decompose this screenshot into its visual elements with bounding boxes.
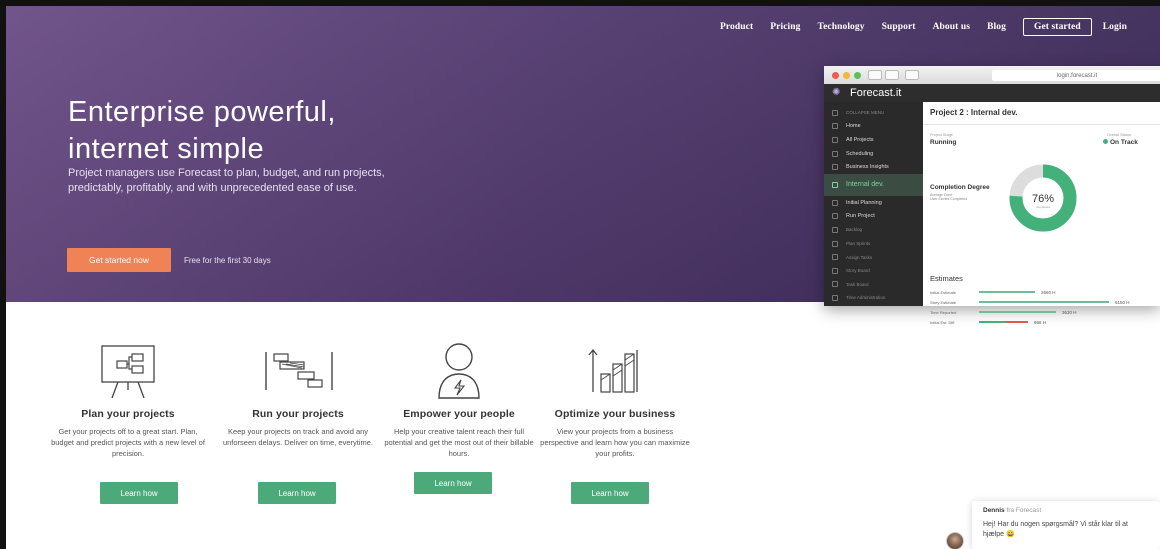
chat-avatar[interactable] (946, 532, 964, 549)
sidebar-item-run-project: Run Project (824, 210, 923, 224)
page: Product Pricing Technology Support About… (6, 6, 1160, 549)
chat-message: Hej! Har du nogen spørgsmål? Vi står kla… (983, 521, 1128, 538)
nav-about-us[interactable]: About us (933, 22, 971, 32)
estimate-bar (979, 301, 1109, 303)
estimate-value: 3630 H (1062, 309, 1077, 315)
feature-optimize-title: Optimize your business (554, 408, 676, 420)
estimate-bar (979, 321, 1028, 323)
learn-how-empower-button[interactable]: Learn how (414, 472, 492, 494)
nav-product[interactable]: Product (720, 22, 753, 32)
browser-bar: login.forecast.it (824, 66, 1160, 84)
top-nav: Product Pricing Technology Support About… (720, 18, 1127, 36)
forecast-logo-icon: ✺ (832, 87, 841, 98)
completion-donut: 76% completed (1009, 164, 1077, 232)
donut-percent: 76% (1032, 193, 1054, 205)
close-dot-icon (832, 71, 839, 79)
gantt-icon (265, 352, 333, 390)
donut-caption: completed (1036, 205, 1050, 209)
hero-section: Product Pricing Technology Support About… (6, 6, 1160, 325)
maximize-dot-icon (854, 71, 861, 79)
completion-title: Completion Degree (930, 184, 990, 191)
sidebar-item-internal-dev: Internal dev. (824, 173, 923, 196)
login-link[interactable]: Login (1103, 22, 1127, 32)
feature-plan-title: Plan your projects (81, 408, 175, 420)
overall-status-label: Overall Status (1107, 133, 1131, 137)
learn-how-run-button[interactable]: Learn how (258, 482, 336, 504)
completion-sub-2: User Stories Completed (930, 197, 968, 201)
nav-technology[interactable]: Technology (818, 22, 865, 32)
estimate-label: Story Estimate (930, 299, 957, 305)
estimate-row: Initial Estimate 2660 H (930, 288, 1160, 296)
estimate-value: 6150 H (1115, 299, 1130, 305)
hero-title-line-1: Enterprise powerful, (68, 96, 336, 128)
nav-blog[interactable]: Blog (987, 22, 1006, 32)
estimate-label: Initial Estimate (930, 289, 957, 295)
chat-widget[interactable]: Dennis fra Forecast Hej! Har du nogen sp… (972, 501, 1160, 549)
status-dot-icon (1103, 139, 1108, 144)
get-started-now-button[interactable]: Get started now (67, 248, 171, 272)
feature-optimize-desc: View your projects from a business persp… (540, 427, 690, 458)
sidebar-item-story-board: Story Board (824, 264, 923, 278)
chat-sender: Dennis fra Forecast (983, 507, 1042, 514)
sidebar-item-home: Home (824, 120, 923, 134)
sidebar-item-business-insights: Business Insights (824, 160, 923, 174)
sidebar-item-collapse: COLLAPSE MENU (824, 106, 923, 120)
sidebar-item-assign-tasks: Assign Tasks (824, 250, 923, 264)
feature-run-title: Run your projects (252, 408, 344, 420)
project-title: Project 2 : Internal dev. (930, 108, 1018, 117)
hero-title-line-2: internet simple (68, 133, 265, 165)
estimate-row: Initial Est. Diff. 966 H (930, 318, 1160, 326)
overall-status-value: On Track (1103, 139, 1138, 146)
minimize-dot-icon (843, 71, 850, 79)
back-icon (868, 70, 882, 80)
nav-support[interactable]: Support (882, 22, 916, 32)
hero-title: Enterprise powerful, internet simple (68, 94, 428, 168)
learn-how-plan-button[interactable]: Learn how (100, 482, 178, 504)
forward-icon (885, 70, 899, 80)
nav-pricing[interactable]: Pricing (770, 22, 800, 32)
sidebar-toggle-icon (905, 70, 919, 80)
estimate-row: Story Estimate 6150 H (930, 298, 1160, 306)
sidebar-item-backlog: Backlog (824, 223, 923, 237)
estimate-value: 966 H (1034, 319, 1047, 325)
estimate-bar (979, 291, 1035, 293)
estimate-value: 2660 H (1041, 289, 1056, 295)
estimate-row: Time Reported 3630 H (930, 308, 1160, 316)
free-trial-note: Free for the first 30 days (184, 256, 271, 265)
hero-description: Project managers use Forecast to plan, b… (68, 167, 385, 194)
browser-url: login.forecast.it (992, 70, 1160, 81)
app-header: ✺ Forecast.it (824, 84, 1160, 102)
app-sidebar: COLLAPSE MENU Home All Projects Scheduli… (824, 102, 923, 306)
bar-growth-icon (588, 348, 638, 393)
sidebar-item-scheduling: Scheduling (824, 147, 923, 161)
project-stage-value: Running (930, 139, 957, 146)
estimates-title: Estimates (930, 274, 963, 283)
sidebar-item-all-projects: All Projects (824, 133, 923, 147)
learn-how-optimize-button[interactable]: Learn how (571, 482, 649, 504)
feature-plan-desc: Get your projects off to a great start. … (51, 427, 205, 458)
sidebar-item-time-administration: Time Administration (824, 291, 923, 305)
get-started-button[interactable]: Get started (1022, 18, 1092, 36)
app-brand: Forecast.it (850, 87, 902, 99)
sidebar-item-plan-sprints: Plan Sprints (824, 237, 923, 251)
sidebar-item-initial-planning: Initial Planning (824, 196, 923, 210)
feature-empower-title: Empower your people (403, 408, 515, 420)
app-main: Project 2 : Internal dev. Project Stage … (923, 102, 1160, 325)
estimate-bar (979, 311, 1056, 313)
feature-empower-desc: Help your creative talent reach their fu… (384, 427, 534, 458)
project-stage-label: Project Stage (930, 133, 953, 137)
app-screenshot: login.forecast.it ✺ Forecast.it COLLAPSE… (824, 66, 1160, 325)
whiteboard-icon (101, 345, 155, 399)
person-bolt-icon (438, 343, 480, 399)
estimate-label: Initial Est. Diff. (930, 319, 956, 325)
estimate-label: Time Reported (930, 309, 957, 315)
feature-run-desc: Keep your projects on track and avoid an… (222, 427, 374, 447)
sidebar-item-task-board: Task Board (824, 278, 923, 292)
